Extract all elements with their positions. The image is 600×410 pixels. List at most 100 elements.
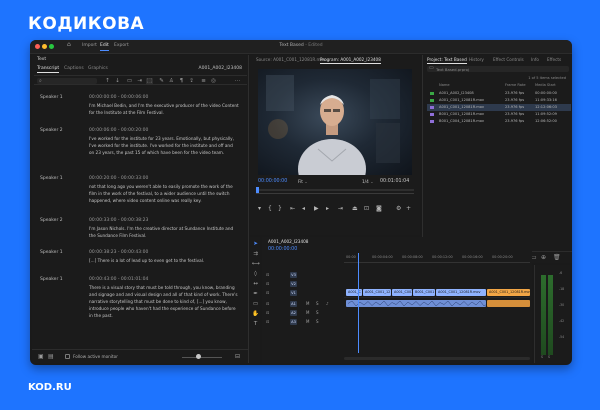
mute-icon[interactable]: M [306,318,309,326]
tab-history[interactable]: History [469,57,484,62]
project-item-5[interactable]: B001_C004_12081R.mov 23.976 fps 12:06:52… [427,118,571,125]
zoom-scroll-bar[interactable] [256,193,414,194]
mute-icon[interactable]: M [306,309,309,317]
export-icon[interactable]: ⇪ [188,78,195,85]
meter-solo-right[interactable]: S [548,355,550,359]
track-lock-icon[interactable]: ⊡ [266,301,269,306]
go-to-in-icon[interactable]: ⇤ [290,205,295,212]
program-scrub-bar[interactable] [256,189,414,191]
tab-effect-controls[interactable]: Effect Controls [493,57,524,62]
rectangle-tool-icon[interactable]: ▭ [252,301,259,308]
mark-in-icon[interactable]: { [268,205,272,212]
quality-dropdown[interactable]: 1/4 ⌄ [362,179,374,184]
project-item-4[interactable]: B001_C001_12081R.mov 23.976 fps 11:09:52… [427,111,571,118]
audio-clip[interactable] [346,300,486,307]
column-media-start[interactable]: Media Start [535,82,556,89]
extract-icon[interactable]: ⊡ [364,205,369,212]
timeline-playhead[interactable] [358,253,359,353]
selection-tool-icon[interactable]: ➤ [252,241,259,248]
tab-program-monitor[interactable]: Program: A001_A002_I23408 [320,57,381,64]
more-menu-icon[interactable]: ⋯ [234,78,241,85]
follow-monitor-checkbox[interactable] [65,354,70,359]
project-item-2[interactable]: A001_C001_12081R.mov 23.976 fps 11:09:33… [427,97,571,104]
insert-icon[interactable]: ⇥ [136,78,143,85]
track-lock-icon[interactable]: ⊡ [266,310,269,315]
timeline-clip[interactable]: A001_C001 [392,289,412,296]
program-current-timecode[interactable]: 00:00:00:00 [258,179,287,184]
track-header-a2[interactable]: ⊡ A2 M S [266,309,344,317]
transcript-search-input[interactable]: ⌕ [37,78,97,84]
down-arrow-icon[interactable]: ↓ [114,78,121,85]
mark-out-icon[interactable]: } [278,205,282,212]
audio-clip-selected[interactable] [487,300,530,307]
lines-icon[interactable]: ≡ [200,78,207,85]
list-view-icon[interactable]: ▤ [48,353,54,360]
tab-captions[interactable]: Captions [64,66,84,71]
tab-info[interactable]: Info [531,57,539,62]
target-icon[interactable]: ◎ [210,78,217,85]
solo-icon[interactable]: S [316,318,319,326]
track-header-v3[interactable]: ⊡ V3 [266,271,344,279]
slip-tool-icon[interactable]: ↔ [252,281,259,288]
edit-pencil-icon[interactable]: ✎ [158,78,165,85]
paragraph-icon[interactable]: ¶ [178,78,185,85]
zoom-slider-track[interactable] [182,356,222,358]
track-header-v2[interactable]: ⊡ V2 [266,280,344,288]
timeline-timecode[interactable]: 00:00:00:00 [268,247,297,252]
new-item-icon[interactable]: ⊕ [541,254,546,261]
track-header-v1[interactable]: ⊡ V1 [266,289,344,297]
step-forward-icon[interactable]: ▸ [326,205,329,212]
zoom-slider-handle[interactable] [196,354,201,359]
track-select-icon[interactable]: ⇉ [252,251,259,258]
mic-icon[interactable]: ♪ [326,300,329,308]
timeline-clip[interactable]: A001_C [346,289,362,296]
timeline-ruler[interactable]: 00:00 00:00:04:00 00:00:08:00 00:00:12:0… [344,255,530,263]
video-frame[interactable] [258,69,412,175]
fit-width-icon[interactable]: ⊟ [235,353,240,360]
tab-transcript[interactable]: Transcript [37,66,60,73]
column-frame-rate[interactable]: Frame Rate [505,82,526,89]
fit-dropdown[interactable]: Fit ⌄ [298,179,308,184]
lift-icon[interactable]: ⏏ [352,205,358,212]
solo-icon[interactable]: S [316,300,319,308]
tab-effects[interactable]: Effects [547,57,561,62]
meter-solo-left[interactable]: S [541,355,543,359]
track-lock-icon[interactable]: ⊡ [266,290,269,295]
tab-graphics[interactable]: Graphics [88,66,108,71]
ripple-edit-icon[interactable]: ⟷ [252,261,260,268]
step-back-icon[interactable]: ◂ [302,205,305,212]
hand-tool-icon[interactable]: ✋ [252,311,259,318]
project-item-3[interactable]: A001_C001_12081R.mov 23.976 fps 12:12:06… [427,104,571,111]
razor-tool-icon[interactable]: ◊ [252,271,259,278]
type-tool-icon[interactable]: T [252,321,259,328]
timeline-clip[interactable]: A001_C001_12 [363,289,391,296]
play-icon[interactable]: ▶ [314,205,319,212]
column-name[interactable]: Name [439,82,450,89]
track-lock-icon[interactable]: ⊡ [266,319,269,324]
settings-icon[interactable]: ⚙ [396,205,401,212]
up-arrow-icon[interactable]: ↑ [104,78,111,85]
track-lock-icon[interactable]: ⊡ [266,281,269,286]
tab-source-monitor[interactable]: Source: A001_C001_12081R.mov [256,57,326,62]
camera-icon[interactable]: ◙ [376,205,382,212]
track-lock-icon[interactable]: ⊡ [266,272,269,277]
project-search-input[interactable]: ▭ Text Based.prproj [427,65,569,72]
overwrite-icon[interactable]: ⬚ [146,77,153,85]
add-button-icon[interactable]: + [406,205,411,212]
timeline-scrollbar[interactable] [344,357,530,360]
solo-icon[interactable]: S [316,309,319,317]
tab-project[interactable]: Project: Text Based [427,57,467,64]
trash-icon[interactable]: 🗑 [553,254,561,261]
lock-icon[interactable]: ▣ [38,353,44,360]
project-item-1[interactable]: A001_A002_I23408 23.976 fps 00:00:00:00 [427,90,571,97]
track-header-a3[interactable]: ⊡ A3 M S [266,318,344,326]
caption-icon[interactable]: ▭ [126,78,133,85]
track-header-a1[interactable]: ⊡ A1 M S ♪ [266,300,344,308]
timeline-clip[interactable]: B001_C001 [413,289,435,296]
timeline-clip-selected[interactable]: A001_C001_12081R.mov [V] [487,289,530,296]
go-to-out-icon[interactable]: ⇥ [338,205,343,212]
add-marker-icon[interactable]: ▾ [258,205,261,212]
mute-icon[interactable]: M [306,300,309,308]
pen-tool-icon[interactable]: ✒ [252,291,259,298]
sequence-tab[interactable]: A001_A002_I23408 [268,239,308,244]
